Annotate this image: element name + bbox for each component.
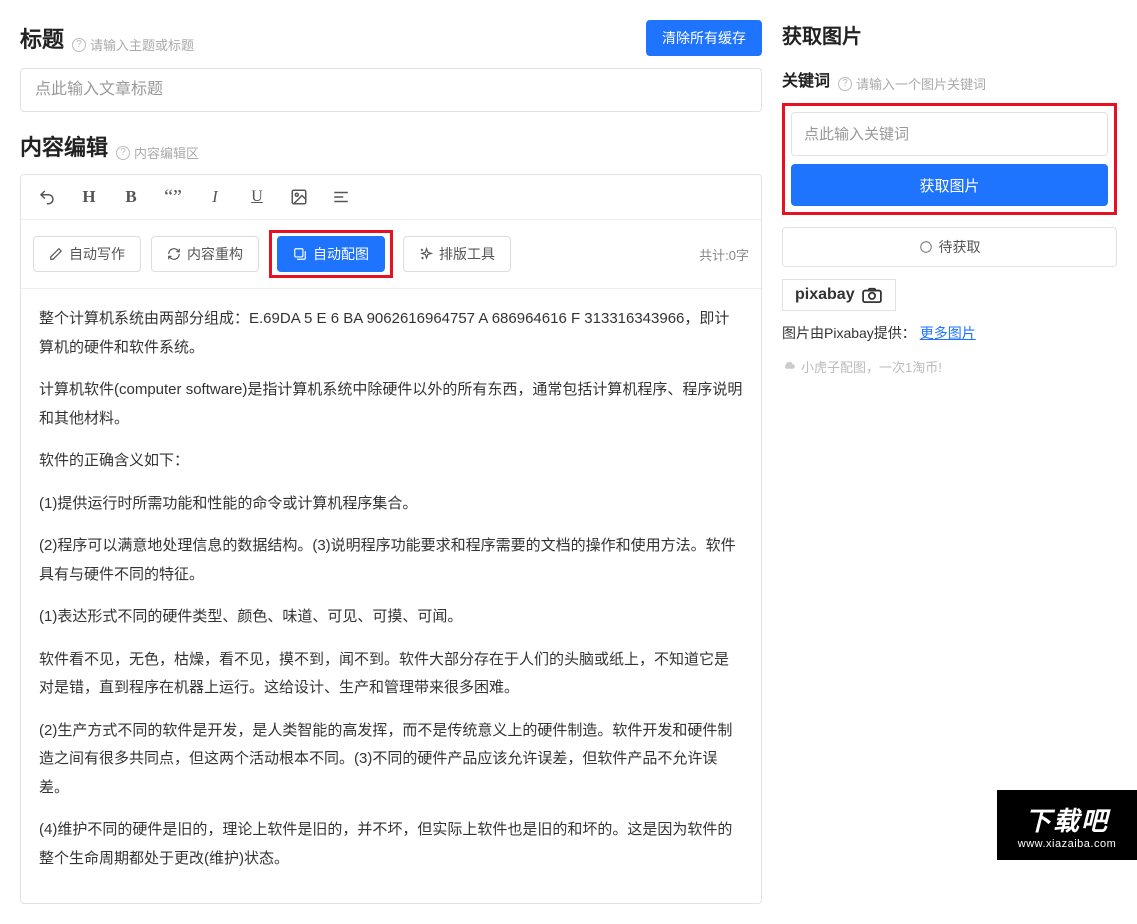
pencil-icon — [49, 247, 63, 261]
keyword-label: 关键词 — [782, 67, 830, 91]
keyword-hint-text: 请输入一个图片关键词 — [856, 74, 986, 93]
paragraph: (1)表达形式不同的硬件类型、颜色、味道、可见、可摸、可闻。 — [39, 603, 743, 632]
italic-button[interactable]: I — [201, 183, 229, 211]
undo-icon[interactable] — [33, 183, 61, 211]
title-section-label: 标题 — [20, 22, 64, 54]
restructure-label: 内容重构 — [187, 244, 243, 264]
action-toolbar: 自动写作 内容重构 自动配图 排版工具 共计:0字 — [21, 220, 761, 289]
paragraph: (2)生产方式不同的软件是开发，是人类智能的高发挥，而不是传统意义上的硬件制造。… — [39, 717, 743, 803]
clear-cache-button[interactable]: 清除所有缓存 — [646, 20, 762, 56]
editor-content[interactable]: 整个计算机系统由两部分组成：E.69DA 5 E 6 BA 9062616964… — [21, 289, 761, 903]
quote-button[interactable]: “” — [159, 183, 187, 211]
watermark-title: 下载吧 — [1025, 801, 1109, 838]
watermark-url: www.xiazaiba.com — [1018, 838, 1116, 850]
keyword-hint: ? 请输入一个图片关键词 — [838, 74, 986, 93]
layout-tool-button[interactable]: 排版工具 — [403, 236, 511, 272]
paragraph: 软件看不见，无色，枯燥，看不见，摸不到，闻不到。软件大部分存在于人们的头脑或纸上… — [39, 646, 743, 703]
editor-header-row: 内容编辑 ? 内容编辑区 — [20, 130, 762, 162]
magic-icon — [419, 247, 433, 261]
editor-box: H B “” I U 自动写作 内容重构 — [20, 174, 762, 904]
footer-note-text: 小虎子配图，一次1淘币! — [801, 357, 942, 376]
pixabay-text: pixabay — [795, 286, 855, 304]
pending-label: 待获取 — [939, 237, 981, 257]
editor-hint-text: 内容编辑区 — [134, 143, 199, 162]
camera-icon — [861, 287, 883, 303]
underline-button[interactable]: U — [243, 183, 271, 211]
layout-tool-label: 排版工具 — [439, 244, 495, 264]
align-left-icon[interactable] — [327, 183, 355, 211]
fetch-image-button[interactable]: 获取图片 — [791, 164, 1108, 206]
info-icon: ? — [838, 77, 852, 91]
sidebar-footer-note: 小虎子配图，一次1淘币! — [782, 357, 1117, 376]
attribution-text: 图片由Pixabay提供： 更多图片 — [782, 323, 1117, 343]
paragraph: (1)提供运行时所需功能和性能的命令或计算机程序集合。 — [39, 490, 743, 519]
word-count: 共计:0字 — [699, 245, 749, 264]
refresh-icon — [167, 247, 181, 261]
image-icon[interactable] — [285, 183, 313, 211]
formatting-toolbar: H B “” I U — [21, 175, 761, 220]
restructure-button[interactable]: 内容重构 — [151, 236, 259, 272]
title-hint: ? 请输入主题或标题 — [72, 35, 194, 54]
layers-icon — [293, 247, 307, 261]
auto-image-label: 自动配图 — [313, 244, 369, 264]
main-column: 标题 ? 请输入主题或标题 清除所有缓存 内容编辑 ? 内容编辑区 — [20, 20, 762, 904]
paragraph: 计算机软件(computer software)是指计算机系统中除硬件以外的所有… — [39, 376, 743, 433]
editor-hint: ? 内容编辑区 — [116, 143, 199, 162]
bold-button[interactable]: B — [117, 183, 145, 211]
article-title-input[interactable] — [20, 68, 762, 112]
auto-write-button[interactable]: 自动写作 — [33, 236, 141, 272]
paragraph: 软件的正确含义如下： — [39, 447, 743, 476]
keyword-input[interactable] — [791, 112, 1108, 156]
pixabay-badge: pixabay — [782, 279, 896, 311]
more-images-link[interactable]: 更多图片 — [920, 325, 976, 341]
info-icon: ? — [72, 38, 86, 52]
editor-section-label: 内容编辑 — [20, 130, 108, 162]
title-hint-text: 请输入主题或标题 — [90, 35, 194, 54]
paragraph: (2)程序可以满意地处理信息的数据结构。(3)说明程序功能要求和程序需要的文档的… — [39, 532, 743, 589]
info-icon: ? — [116, 146, 130, 160]
paragraph: 整个计算机系统由两部分组成：E.69DA 5 E 6 BA 9062616964… — [39, 305, 743, 362]
keyword-header: 关键词 ? 请输入一个图片关键词 — [782, 67, 1117, 93]
sidebar-title: 获取图片 — [782, 20, 1117, 49]
pending-status: 待获取 — [782, 227, 1117, 267]
auto-image-highlight: 自动配图 — [269, 230, 393, 278]
auto-write-label: 自动写作 — [69, 244, 125, 264]
sidebar-column: 获取图片 关键词 ? 请输入一个图片关键词 获取图片 待获取 pixabay 图… — [782, 20, 1117, 904]
title-header-row: 标题 ? 请输入主题或标题 清除所有缓存 — [20, 20, 762, 56]
watermark: 下载吧 www.xiazaiba.com — [997, 790, 1137, 860]
heading-button[interactable]: H — [75, 183, 103, 211]
keyword-highlight-box: 获取图片 — [782, 103, 1117, 215]
spinner-icon — [919, 240, 933, 254]
attribution-prefix: 图片由Pixabay提供： — [782, 325, 916, 341]
cloud-icon — [782, 360, 796, 374]
paragraph: (4)维护不同的硬件是旧的，理论上软件是旧的，并不坏，但实际上软件也是旧的和坏的… — [39, 816, 743, 873]
auto-image-button[interactable]: 自动配图 — [277, 236, 385, 272]
